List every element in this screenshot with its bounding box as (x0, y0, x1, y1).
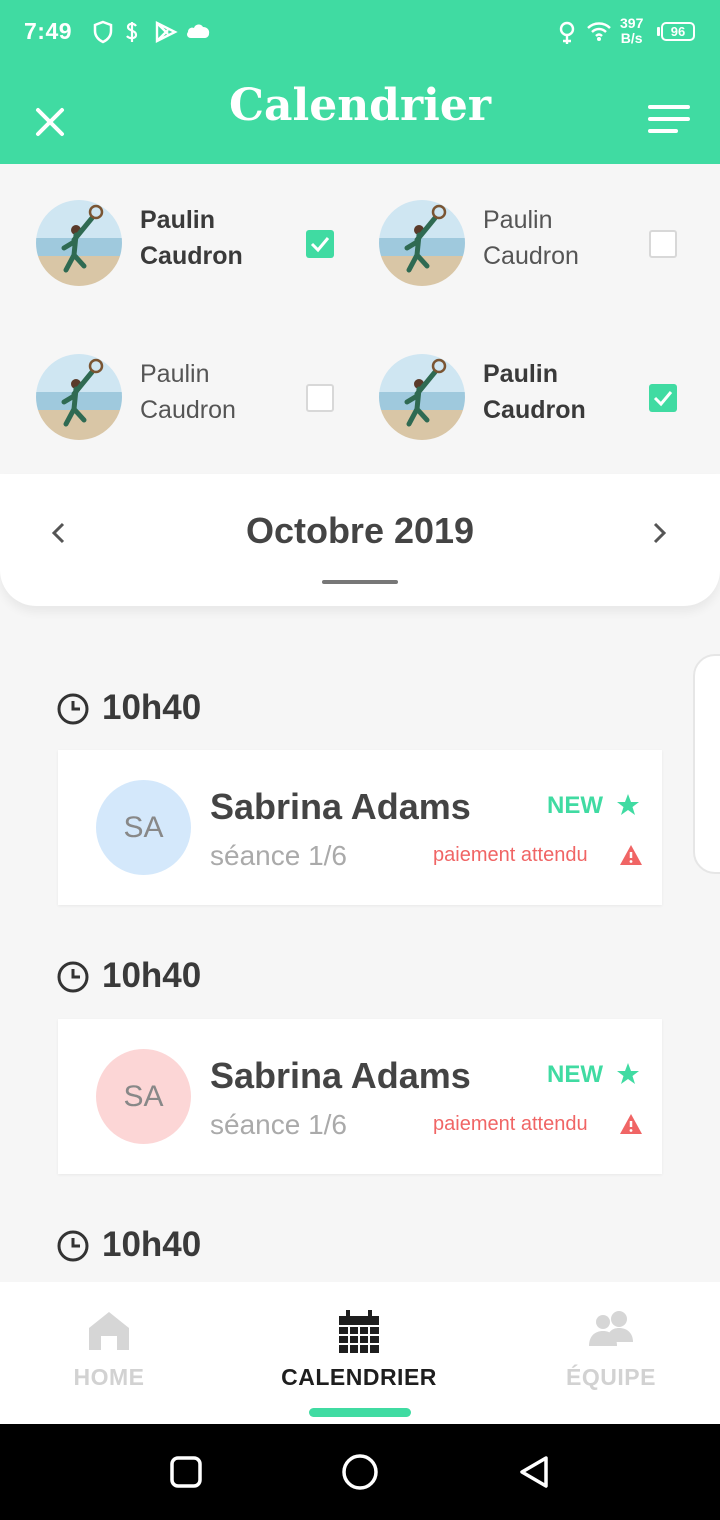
play-store-icon (155, 21, 178, 43)
location-icon (559, 21, 575, 44)
appointment-card[interactable]: SA Sabrina Adams séance 1/6 NEW paiement… (58, 1019, 662, 1174)
month-selector: Octobre 2019 (0, 474, 720, 606)
member-item[interactable]: Paulin Caudron (379, 354, 719, 454)
member-item[interactable]: Paulin Caudron (379, 200, 719, 300)
status-bar: 7:49 397 B/s 96 (0, 0, 720, 64)
back-icon[interactable] (514, 1452, 554, 1492)
nav-team-label: ÉQUIPE (566, 1364, 656, 1390)
appointment-card[interactable]: SA Sabrina Adams séance 1/6 NEW paiement… (58, 750, 662, 905)
system-navigation-bar (0, 1424, 720, 1520)
active-tab-indicator (309, 1408, 411, 1417)
check-icon (310, 237, 330, 253)
session-count: séance 1/6 (210, 840, 347, 871)
calendar-icon (339, 1310, 379, 1353)
star-icon (617, 794, 639, 815)
client-avatar: SA (96, 1049, 191, 1144)
member-name: Paulin Caudron (483, 206, 579, 270)
nav-calendar[interactable]: CALENDRIER (239, 1282, 479, 1424)
member-item[interactable]: Paulin Caudron (36, 354, 376, 454)
member-item[interactable]: Paulin Caudron (36, 200, 376, 300)
member-name: Paulin Caudron (140, 360, 236, 424)
nav-home[interactable]: HOME (0, 1282, 229, 1424)
warning-icon (620, 1114, 642, 1134)
time-label: 10h40 (102, 688, 202, 727)
time-slot: 10h40 (56, 956, 256, 1000)
time-label: 10h40 (102, 1225, 202, 1264)
member-name: Paulin Caudron (483, 360, 586, 424)
client-name: Sabrina Adams (210, 786, 471, 827)
dollar-icon (126, 22, 138, 42)
member-checkbox-checked[interactable] (306, 230, 334, 258)
bottom-navigation: HOME CALENDRIER ÉQUIPE (0, 1282, 720, 1424)
member-avatar (379, 354, 465, 440)
new-badge: NEW (547, 1061, 603, 1088)
warning-icon (620, 845, 642, 865)
member-avatar (36, 354, 122, 440)
check-icon (653, 391, 673, 407)
member-checkbox[interactable] (649, 230, 677, 258)
side-drawer-tab[interactable] (693, 654, 720, 874)
month-label: Octobre 2019 (245, 510, 475, 551)
time-slot: 10h40 (56, 688, 256, 732)
member-avatar (379, 200, 465, 286)
nav-home-label: HOME (73, 1364, 145, 1390)
clock-icon (57, 961, 89, 993)
recents-icon[interactable] (166, 1452, 206, 1492)
home-button-icon[interactable] (340, 1452, 380, 1492)
chevron-right-icon[interactable] (644, 518, 674, 548)
client-name: Sabrina Adams (210, 1055, 471, 1096)
menu-icon[interactable] (646, 102, 692, 136)
battery-tip (657, 27, 660, 36)
clock-icon (57, 1230, 89, 1262)
team-icon (589, 1311, 633, 1346)
status-time: 7:49 (24, 18, 73, 44)
new-badge: NEW (547, 792, 603, 819)
time-label: 10h40 (102, 956, 202, 995)
clock-icon (57, 693, 89, 725)
wifi-icon (587, 22, 611, 41)
nav-calendar-label: CALENDRIER (281, 1364, 437, 1390)
shield-icon (93, 20, 113, 44)
network-speed: 397 B/s (620, 15, 644, 46)
session-count: séance 1/6 (210, 1109, 347, 1140)
drag-handle[interactable] (322, 580, 398, 584)
member-checkbox[interactable] (306, 384, 334, 412)
member-checkbox-checked[interactable] (649, 384, 677, 412)
client-avatar: SA (96, 780, 191, 875)
nav-team[interactable]: ÉQUIPE (491, 1282, 720, 1424)
payment-status: paiement attendu (433, 844, 588, 866)
time-slot: 10h40 (56, 1225, 256, 1269)
battery-icon: 96 (661, 22, 695, 41)
member-filter-grid: Paulin Caudron Paulin Caudron Paulin Cau… (0, 164, 720, 474)
app-header: Calendrier (0, 64, 720, 164)
member-name: Paulin Caudron (140, 206, 243, 270)
home-icon (89, 1312, 129, 1350)
member-avatar (36, 200, 122, 286)
star-icon (617, 1063, 639, 1084)
cloud-icon (187, 24, 210, 38)
payment-status: paiement attendu (433, 1113, 588, 1135)
page-title: Calendrier (228, 80, 492, 131)
